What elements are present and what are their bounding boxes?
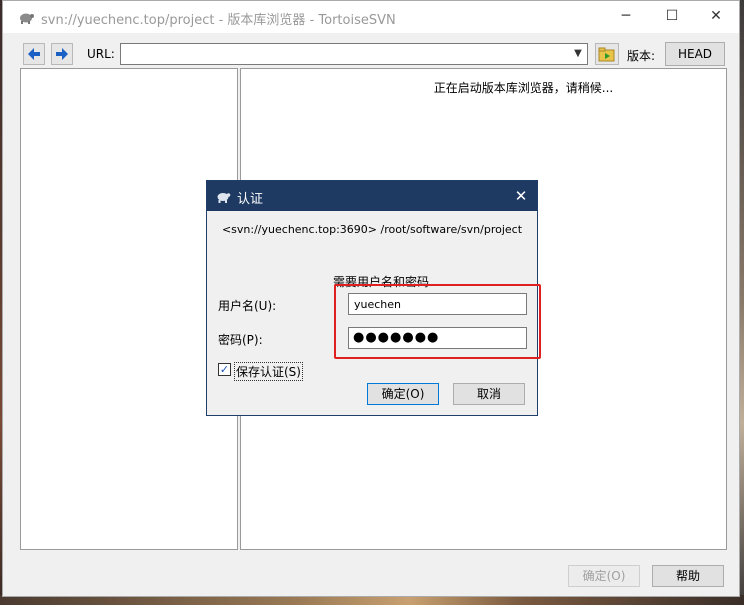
close-button[interactable]: ✕ [693, 1, 739, 33]
maximize-button[interactable]: ☐ [649, 1, 695, 33]
loading-message: 正在启动版本库浏览器，请稍候... [433, 81, 614, 95]
url-input[interactable] [121, 44, 575, 64]
go-button[interactable] [595, 43, 619, 65]
back-arrow-icon [28, 48, 40, 60]
head-revision-button[interactable]: HEAD [665, 42, 725, 66]
forward-arrow-icon [56, 48, 68, 60]
turtle-icon [217, 193, 231, 203]
dialog-cancel-button[interactable]: 取消 [453, 383, 525, 405]
dialog-close-button[interactable]: ✕ [509, 184, 533, 208]
go-folder-icon [598, 47, 615, 62]
back-button[interactable] [23, 43, 45, 65]
dialog-title: 认证 [237, 192, 264, 207]
dialog-titlebar[interactable]: 认证 ✕ [207, 181, 537, 211]
url-label: URL: [87, 47, 115, 61]
username-label: 用户名(U): [218, 299, 277, 313]
save-auth-checkbox[interactable]: ✓ [218, 363, 231, 376]
forward-button[interactable] [51, 43, 73, 65]
toolbar: URL: ▼ 版本: HEAD [3, 41, 739, 67]
credentials-highlight-box [334, 284, 541, 359]
ok-button[interactable]: 确定(O) [568, 565, 640, 587]
checkmark-icon: ✓ [219, 363, 230, 376]
turtle-icon [20, 13, 34, 24]
help-button[interactable]: 帮助 [652, 565, 724, 587]
minimize-button[interactable]: ─ [603, 1, 649, 33]
dialog-ok-button[interactable]: 确定(O) [367, 383, 439, 405]
window-title: svn://yuechenc.top/project - 版本库浏览器 - To… [41, 13, 396, 28]
chevron-down-icon[interactable]: ▼ [572, 47, 584, 61]
url-combobox[interactable]: ▼ [120, 43, 588, 65]
window-titlebar[interactable]: svn://yuechenc.top/project - 版本库浏览器 - To… [3, 1, 739, 33]
authentication-dialog: 认证 ✕ <svn://yuechenc.top:3690> /root/sof… [206, 180, 541, 416]
revision-label: 版本: [627, 49, 656, 63]
save-auth-label[interactable]: 保存认证(S) [234, 362, 303, 381]
realm-url: <svn://yuechenc.top:3690> /root/software… [221, 223, 523, 236]
password-label: 密码(P): [218, 333, 263, 347]
